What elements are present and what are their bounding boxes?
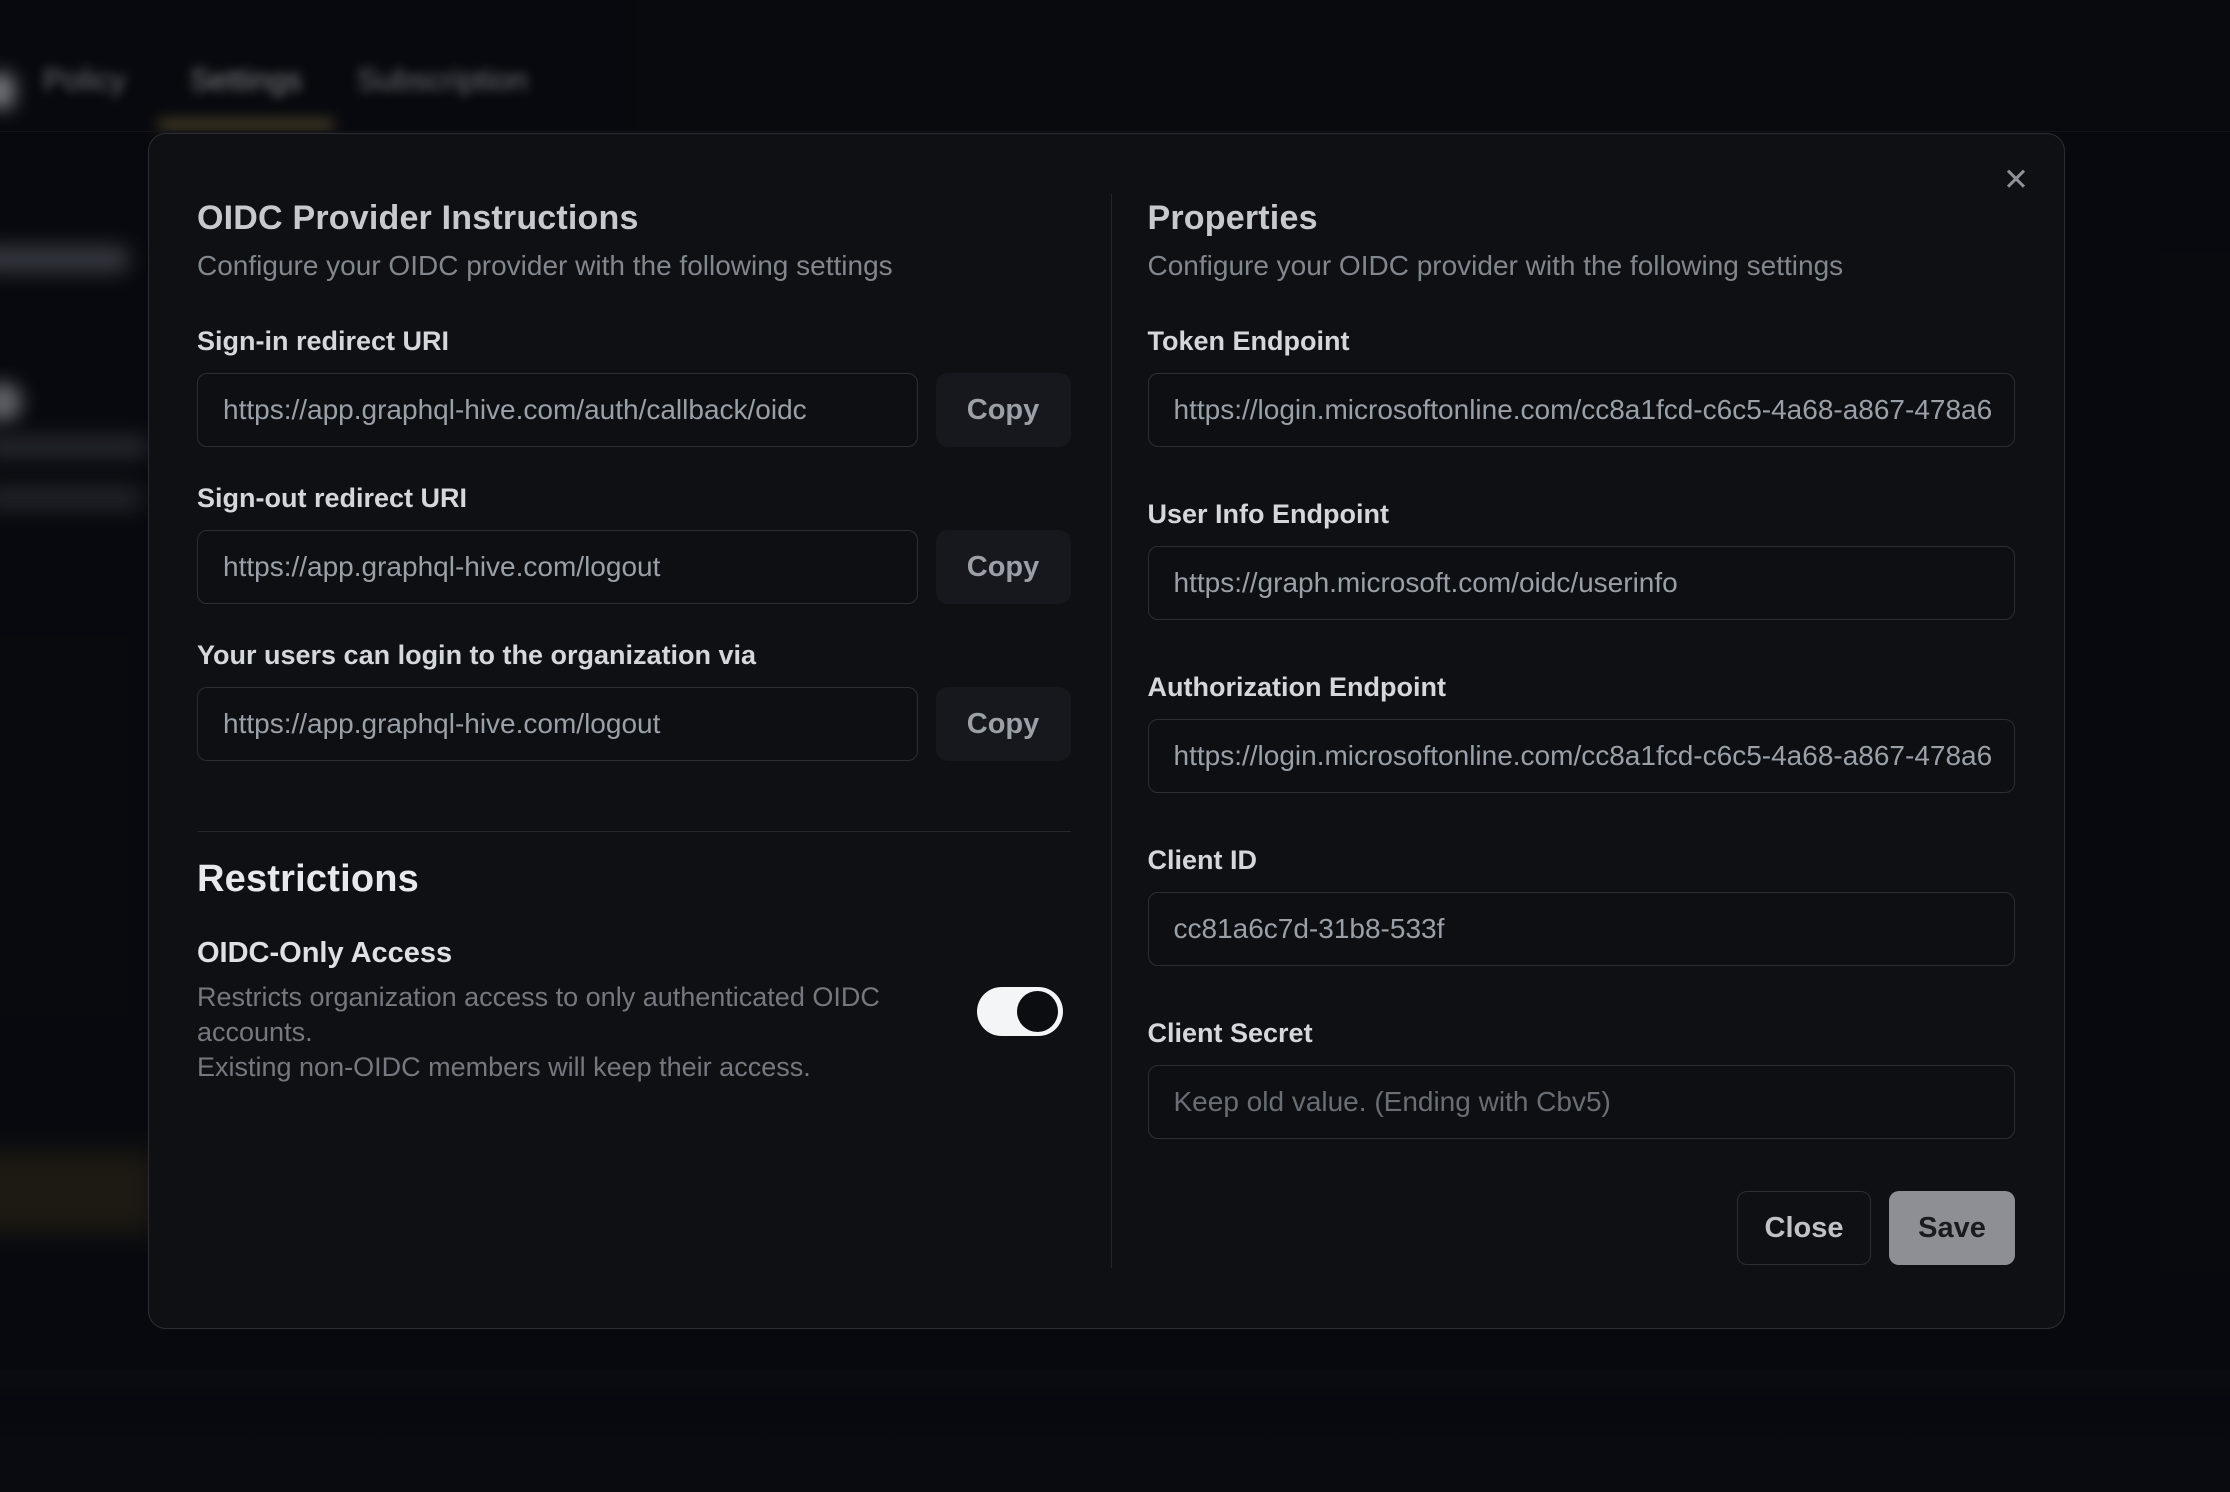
restrictions-title: Restrictions [197,858,1071,901]
copy-login-via-button[interactable]: Copy [936,687,1071,761]
client-secret-field: Client Secret [1148,1018,2016,1139]
authorization-endpoint-input[interactable] [1148,719,2016,793]
oidc-only-access-description: Restricts organization access to only au… [197,980,977,1085]
oidc-settings-modal: ✕ OIDC Provider Instructions Configure y… [148,133,2065,1329]
client-secret-label: Client Secret [1148,1018,2016,1049]
user-info-endpoint-input[interactable] [1148,546,2016,620]
oidc-only-access-row: OIDC-Only Access Restricts organization … [197,937,1071,1085]
authorization-endpoint-label: Authorization Endpoint [1148,672,2016,703]
client-secret-input[interactable] [1148,1065,2016,1139]
copy-sign-out-button[interactable]: Copy [936,530,1071,604]
instructions-subtitle: Configure your OIDC provider with the fo… [197,250,1071,282]
sign-in-redirect-input[interactable] [197,373,918,447]
authorization-endpoint-field: Authorization Endpoint [1148,672,2016,793]
section-divider [197,831,1071,832]
client-id-field: Client ID [1148,845,2016,966]
login-via-field: Your users can login to the organization… [197,640,1071,761]
close-button[interactable]: Close [1737,1191,1871,1265]
token-endpoint-label: Token Endpoint [1148,326,2016,357]
client-id-input[interactable] [1148,892,2016,966]
close-icon[interactable]: ✕ [1992,156,2040,204]
sign-out-redirect-field: Sign-out redirect URI Copy [197,483,1071,604]
instructions-column: OIDC Provider Instructions Configure you… [149,134,1111,1328]
instructions-title: OIDC Provider Instructions [197,199,1071,238]
column-divider [1111,194,1112,1268]
properties-title: Properties [1148,199,2016,238]
sign-in-redirect-field: Sign-in redirect URI Copy [197,326,1071,447]
client-id-label: Client ID [1148,845,2016,876]
token-endpoint-field: Token Endpoint [1148,326,2016,447]
properties-subtitle: Configure your OIDC provider with the fo… [1148,250,2016,282]
toggle-thumb [1017,991,1058,1032]
save-button[interactable]: Save [1889,1191,2015,1265]
copy-sign-in-button[interactable]: Copy [936,373,1071,447]
oidc-only-access-label: OIDC-Only Access [197,937,977,970]
oidc-only-toggle[interactable] [977,987,1063,1036]
user-info-endpoint-field: User Info Endpoint [1148,499,2016,620]
login-via-input[interactable] [197,687,918,761]
sign-in-redirect-label: Sign-in redirect URI [197,326,1071,357]
token-endpoint-input[interactable] [1148,373,2016,447]
sign-out-redirect-input[interactable] [197,530,918,604]
login-via-label: Your users can login to the organization… [197,640,1071,671]
properties-column: Properties Configure your OIDC provider … [1111,134,2065,1328]
sign-out-redirect-label: Sign-out redirect URI [197,483,1071,514]
user-info-endpoint-label: User Info Endpoint [1148,499,2016,530]
